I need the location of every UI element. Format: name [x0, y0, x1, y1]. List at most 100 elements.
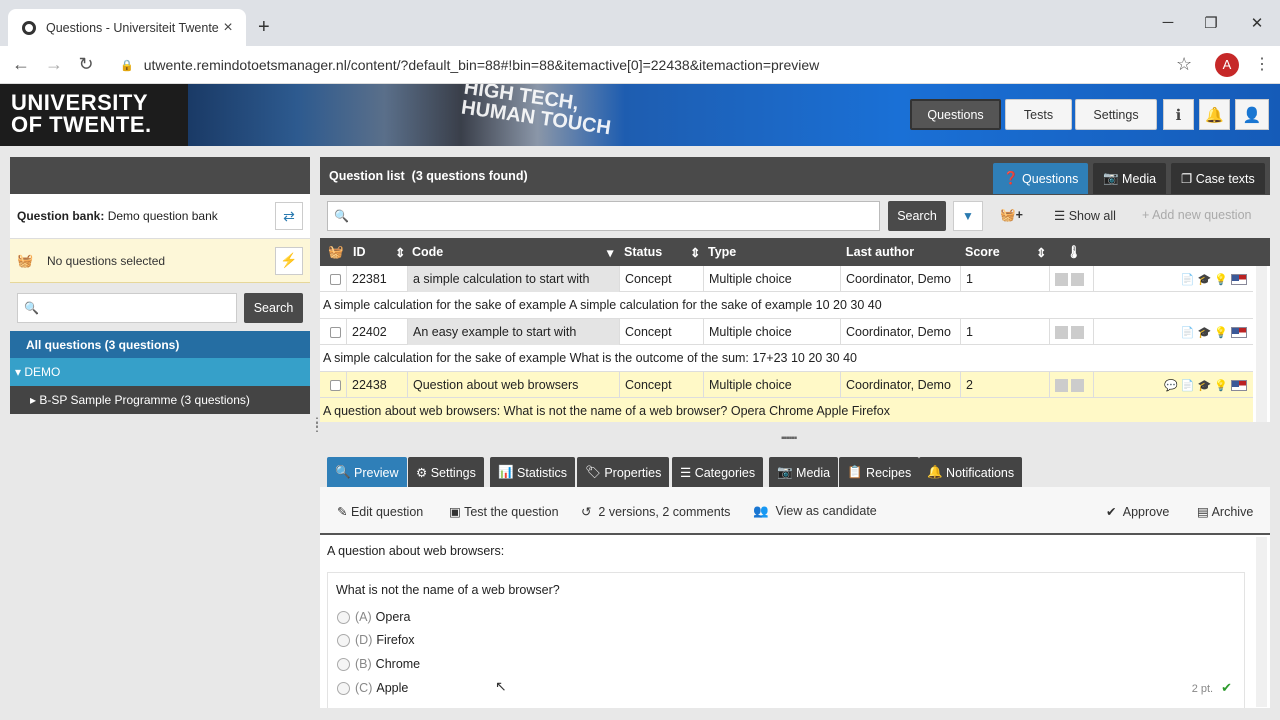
no-selection-text: No questions selected	[47, 253, 166, 268]
bolt-icon[interactable]: ⚡	[275, 246, 303, 275]
forward-icon[interactable]: →	[43, 54, 65, 75]
view-as-candidate-button[interactable]: 👥 View as candidate	[753, 504, 877, 519]
answer-option[interactable]: (B) Chrome	[337, 654, 420, 674]
horizontal-splitter-handle[interactable]: ▪▪▪▪▪▪	[781, 433, 807, 444]
tree-all-questions[interactable]: All questions (3 questions)	[10, 331, 310, 358]
sort-icon[interactable]: ⇕	[395, 245, 405, 260]
tab-notifications[interactable]: 🔔 Notifications	[919, 457, 1023, 488]
radio-button[interactable]	[337, 633, 350, 647]
tab-media[interactable]: 📷 Media	[1093, 163, 1167, 194]
caret-right-icon: ▸	[30, 393, 40, 407]
bookmark-star-icon[interactable]: ☆	[1176, 54, 1192, 75]
restore-icon[interactable]: ❐	[1201, 14, 1221, 32]
column-status[interactable]: Status	[624, 245, 662, 259]
tab-case-texts[interactable]: ❐ Case texts	[1171, 163, 1265, 194]
row-status: Concept	[619, 319, 703, 345]
browser-tab[interactable]: Questions - Universiteit Twente ×	[8, 9, 246, 46]
add-new-question-button[interactable]: + Add new question	[1142, 208, 1251, 222]
test-question-button[interactable]: ▣ Test the question	[449, 504, 559, 519]
row-action-icons[interactable]: 📄 🎓 💡	[1176, 319, 1247, 345]
tab-preview[interactable]: 🔍 Preview	[327, 457, 407, 488]
table-row[interactable]: 22402 An easy example to start with Conc…	[320, 319, 1253, 345]
row-author: Coordinator, Demo	[840, 266, 960, 292]
column-id[interactable]: ID	[353, 245, 366, 259]
tab-recipes[interactable]: 📋 Recipes	[839, 457, 920, 488]
profile-avatar[interactable]: A	[1215, 53, 1239, 77]
tab-questions[interactable]: ❓ Questions	[993, 163, 1089, 194]
tab-properties[interactable]: 🏷 Properties	[577, 457, 670, 488]
row-code: a simple calculation to start with	[407, 266, 619, 292]
answer-option[interactable]: (A) Opera	[337, 607, 410, 627]
preview-scrollbar[interactable]	[1256, 537, 1267, 707]
column-last-author[interactable]: Last author	[846, 245, 914, 259]
switch-bank-icon[interactable]: ⇄	[275, 202, 303, 230]
tree-sample-label: B-SP Sample Programme (3 questions)	[39, 393, 250, 407]
close-tab-icon[interactable]: ×	[220, 19, 236, 37]
test-label: Test the question	[464, 505, 559, 519]
gear-icon: ⚙	[416, 466, 431, 480]
tab-settings[interactable]: ⚙ Settings	[408, 457, 484, 488]
info-icon[interactable]: ℹ	[1163, 99, 1194, 130]
new-tab-icon[interactable]: +	[258, 16, 270, 39]
answer-option[interactable]: (C) Apple	[337, 678, 408, 698]
preview-action-bar: ✎ Edit question ▣ Test the question ↺ 2 …	[320, 487, 1270, 535]
column-code[interactable]: Code	[412, 245, 443, 259]
tab-statistics[interactable]: 📊 Statistics	[490, 457, 576, 488]
column-type[interactable]: Type	[708, 245, 736, 259]
sidebar-search-button[interactable]: Search	[244, 293, 303, 323]
option-letter: (B)	[355, 657, 372, 671]
archive-button[interactable]: ▤ Archive	[1197, 504, 1253, 519]
tab-categories[interactable]: ☰ Categories	[672, 457, 764, 488]
add-to-basket-icon[interactable]: 🧺+	[1000, 208, 1023, 223]
thermometer-icon[interactable]: 🌡	[1066, 245, 1082, 260]
close-window-icon[interactable]: ✕	[1247, 14, 1267, 32]
radio-button[interactable]	[337, 610, 350, 624]
sort-icon[interactable]: ⇕	[1036, 245, 1046, 260]
tree-demo[interactable]: ▾ DEMO	[10, 358, 310, 386]
url-field[interactable]: 🔒 utwente.remindotoetsmanager.nl/content…	[110, 50, 1210, 80]
tab-questions-label: Questions	[1022, 171, 1079, 186]
table-row-selected[interactable]: 22438 Question about web browsers Concep…	[320, 372, 1253, 398]
sidebar-search-input[interactable]: 🔍	[17, 293, 237, 323]
recipe-icon: 📋	[847, 465, 867, 479]
radio-button[interactable]	[337, 657, 350, 671]
basket-column-icon[interactable]: 🧺	[328, 245, 344, 260]
filter-icon[interactable]: ▼	[953, 201, 983, 231]
row-checkbox[interactable]	[320, 266, 346, 292]
edit-question-button[interactable]: ✎ Edit question	[337, 504, 423, 519]
browser-menu-icon[interactable]: ⋮	[1254, 54, 1270, 74]
question-text: What is not the name of a web browser?	[336, 583, 560, 597]
row-action-icons[interactable]: 💬 📄 🎓 💡	[1159, 372, 1247, 398]
tab-media[interactable]: 📷 Media	[769, 457, 839, 488]
reload-icon[interactable]: ↻	[75, 54, 97, 75]
row-status: Concept	[619, 372, 703, 398]
bell-icon[interactable]: 🔔	[1199, 99, 1230, 130]
versions-button[interactable]: ↺ 2 versions, 2 comments	[581, 504, 730, 519]
question-intro: A question about web browsers:	[327, 544, 505, 558]
nav-questions-button[interactable]: Questions	[910, 99, 1001, 130]
minimize-icon[interactable]: ─	[1158, 14, 1178, 31]
university-logo[interactable]: UNIVERSITY OF TWENTE.	[0, 84, 188, 146]
approve-button[interactable]: ✔ Approve	[1106, 504, 1169, 519]
back-icon[interactable]: ←	[10, 54, 32, 75]
question-list-scrollbar[interactable]	[1256, 266, 1267, 422]
nav-settings-button[interactable]: Settings	[1075, 99, 1157, 130]
row-checkbox[interactable]	[320, 372, 346, 398]
row-checkbox[interactable]	[320, 319, 346, 345]
answer-option[interactable]: (D) Firefox	[337, 630, 415, 650]
tree-sample-programme[interactable]: ▸ B-SP Sample Programme (3 questions)	[10, 386, 310, 414]
question-search-button[interactable]: Search	[888, 201, 946, 231]
sort-desc-icon[interactable]: ▾	[607, 245, 613, 260]
column-score[interactable]: Score	[965, 245, 1000, 259]
row-action-icons[interactable]: 📄 🎓 💡	[1176, 266, 1247, 292]
table-row[interactable]: 22381 a simple calculation to start with…	[320, 266, 1253, 292]
comments-icon: 💬	[1164, 379, 1181, 392]
url-text: utwente.remindotoetsmanager.nl/content/?…	[143, 57, 820, 73]
question-search-input[interactable]: 🔍	[327, 201, 880, 231]
nav-tests-button[interactable]: Tests	[1005, 99, 1072, 130]
us-flag-icon	[1231, 326, 1247, 338]
show-all-button[interactable]: ☰ Show all	[1054, 208, 1116, 223]
sort-icon[interactable]: ⇕	[690, 245, 700, 260]
radio-button[interactable]	[337, 681, 350, 695]
user-icon[interactable]: 👤	[1235, 99, 1269, 130]
